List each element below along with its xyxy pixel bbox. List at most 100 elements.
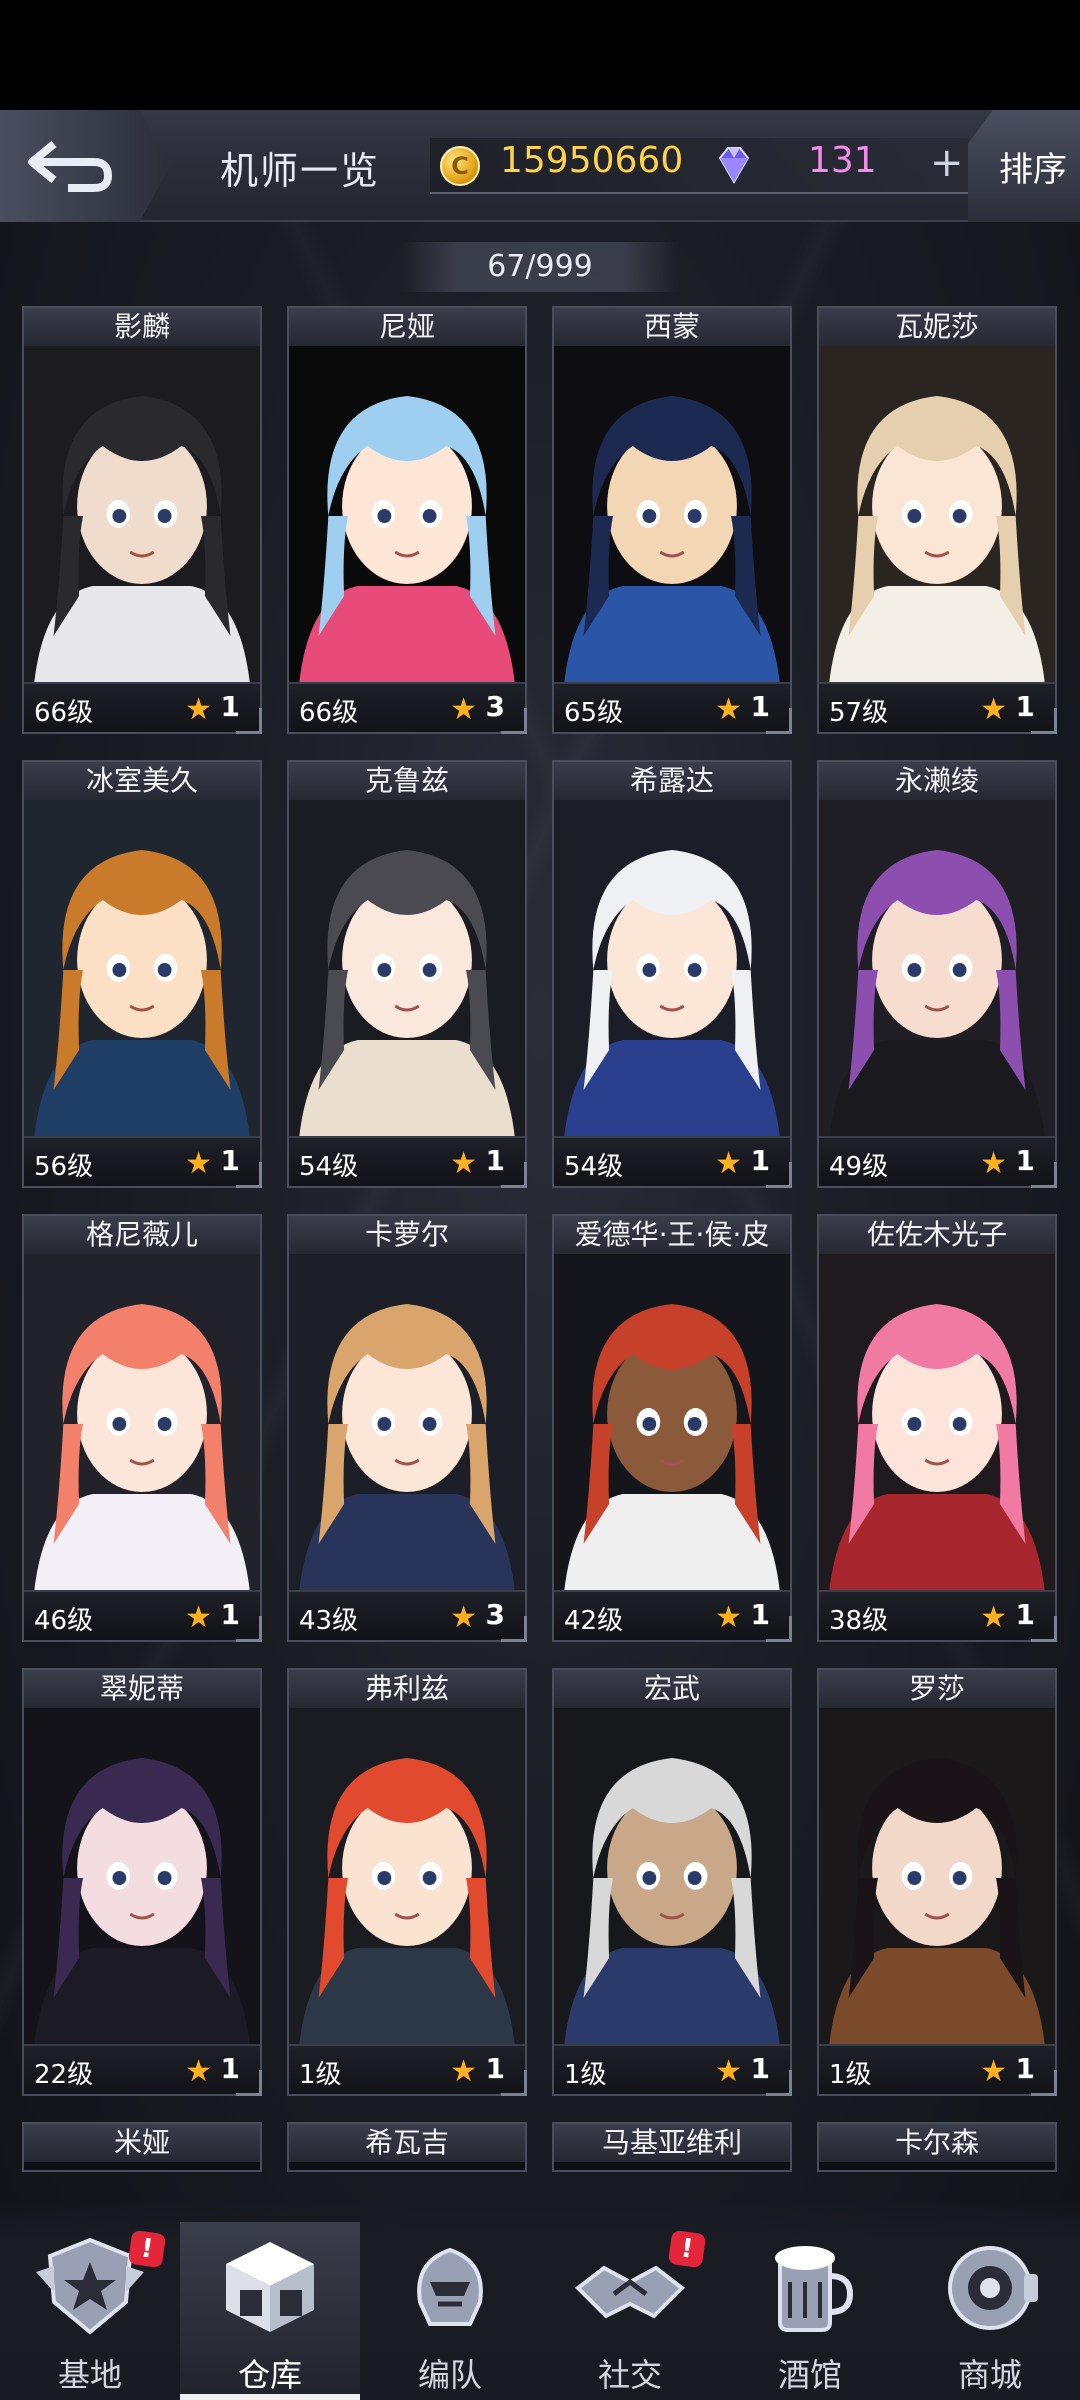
pilot-card[interactable]: 卡尔森	[817, 2122, 1057, 2172]
pilot-card[interactable]: 希瓦吉	[287, 2122, 527, 2172]
pilot-card[interactable]: 宏武 1级 ★ 1	[552, 1668, 792, 2096]
pilot-portrait	[289, 1708, 525, 2048]
pilot-info-bar: 54级 ★ 1	[289, 1136, 525, 1186]
pilot-card[interactable]: 西蒙 65级 ★ 1	[552, 306, 792, 734]
card-corner-decoration	[1031, 708, 1057, 734]
add-gems-button[interactable]: +	[930, 140, 964, 186]
pilot-level: 46级	[34, 1606, 94, 1636]
pilot-info-bar: 56级 ★ 1	[24, 1136, 260, 1186]
star-icon: ★	[715, 1146, 742, 1181]
pilot-card[interactable]: 克鲁兹 54级 ★ 1	[287, 760, 527, 1188]
pilot-portrait	[554, 800, 790, 1140]
pilot-name: 格尼薇儿	[24, 1216, 260, 1254]
pilot-card[interactable]: 尼娅 66级 ★ 3	[287, 306, 527, 734]
pilot-name: 罗莎	[819, 1670, 1055, 1708]
pilot-portrait	[554, 1708, 790, 2048]
pilot-card[interactable]: 影麟 66级 ★ 1	[22, 306, 262, 734]
pilot-name: 影麟	[24, 308, 260, 346]
pilot-info-bar: 54级 ★ 1	[554, 1136, 790, 1186]
pilot-level: 1级	[829, 2060, 872, 2090]
pilot-portrait	[24, 1708, 260, 2048]
nav-shop[interactable]: 商城	[900, 2222, 1080, 2400]
pilot-name: 佐佐木光子	[819, 1216, 1055, 1254]
pilot-card[interactable]: 卡萝尔 43级 ★ 3	[287, 1214, 527, 1642]
pilot-card[interactable]: 罗莎 1级 ★ 1	[817, 1668, 1057, 2096]
pilot-portrait	[289, 346, 525, 686]
pilot-level: 1级	[564, 2060, 607, 2090]
star-icon: ★	[185, 1146, 212, 1181]
star-icon: ★	[980, 1600, 1007, 1635]
nav-tavern[interactable]: 酒馆	[720, 2222, 900, 2400]
pilot-portrait	[819, 346, 1055, 686]
card-corner-decoration	[1031, 2070, 1057, 2096]
pilot-level: 56级	[34, 1152, 94, 1182]
sort-button[interactable]: 排序	[968, 110, 1080, 222]
nav-base[interactable]: 基地 !	[0, 2222, 180, 2400]
pilot-info-bar: 43级 ★ 3	[289, 1590, 525, 1640]
pilot-card[interactable]: 永濑绫 49级 ★ 1	[817, 760, 1057, 1188]
pilot-card[interactable]: 米娅	[22, 2122, 262, 2172]
formation-icon	[390, 2232, 510, 2342]
pilot-portrait	[819, 800, 1055, 1140]
pilot-portrait	[819, 1254, 1055, 1594]
star-icon: ★	[715, 692, 742, 727]
star-icon: ★	[980, 2054, 1007, 2089]
pilot-name: 希露达	[554, 762, 790, 800]
star-icon: ★	[450, 1600, 477, 1635]
pilot-card[interactable]: 瓦妮莎 57级 ★ 1	[817, 306, 1057, 734]
pilot-portrait	[554, 346, 790, 686]
nav-formation[interactable]: 编队	[360, 2222, 540, 2400]
pilot-info-bar: 22级 ★ 1	[24, 2044, 260, 2094]
alert-badge: !	[667, 2229, 707, 2269]
pilot-name: 西蒙	[554, 308, 790, 346]
pilot-card[interactable]: 希露达 54级 ★ 1	[552, 760, 792, 1188]
pilot-info-bar: 57级 ★ 1	[819, 682, 1055, 732]
pilot-name: 克鲁兹	[289, 762, 525, 800]
card-corner-decoration	[501, 708, 527, 734]
pilot-card[interactable]: 马基亚维利	[552, 2122, 792, 2172]
star-icon: ★	[450, 1146, 477, 1181]
pilot-name: 冰室美久	[24, 762, 260, 800]
warehouse-icon	[210, 2232, 330, 2342]
card-corner-decoration	[501, 2070, 527, 2096]
pilot-portrait	[24, 346, 260, 686]
nav-label: 基地	[57, 2356, 122, 2394]
nav-warehouse[interactable]: 仓库	[180, 2222, 360, 2400]
pilot-card[interactable]: 格尼薇儿 46级 ★ 1	[22, 1214, 262, 1642]
card-corner-decoration	[501, 1162, 527, 1188]
star-icon: ★	[715, 2054, 742, 2089]
nav-label: 社交	[597, 2356, 662, 2394]
pilot-name: 马基亚维利	[554, 2124, 790, 2162]
pilot-portrait	[554, 1254, 790, 1594]
pilot-info-bar: 66级 ★ 1	[24, 682, 260, 732]
pilot-portrait	[289, 800, 525, 1140]
pilot-level: 65级	[564, 698, 624, 728]
pilot-info-bar: 66级 ★ 3	[289, 682, 525, 732]
pilot-card[interactable]: 翠妮蒂 22级 ★ 1	[22, 1668, 262, 2096]
pilot-name: 翠妮蒂	[24, 1670, 260, 1708]
card-corner-decoration	[1031, 1616, 1057, 1642]
pilot-count: 67/999	[400, 242, 680, 292]
pilot-card[interactable]: 冰室美久 56级 ★ 1	[22, 760, 262, 1188]
pilot-level: 43级	[299, 1606, 359, 1636]
pilot-name: 永濑绫	[819, 762, 1055, 800]
bottom-nav: 基地 ! 仓库 编队 社交 ! 酒馆 商城	[0, 2200, 1080, 2400]
star-icon: ★	[185, 2054, 212, 2089]
pilot-name: 希瓦吉	[289, 2124, 525, 2162]
nav-social[interactable]: 社交 !	[540, 2222, 720, 2400]
pilot-name: 米娅	[24, 2124, 260, 2162]
pilot-card[interactable]: 佐佐木光子 38级 ★ 1	[817, 1214, 1057, 1642]
pilot-card[interactable]: 爱德华·王·侯·皮 42级 ★ 1	[552, 1214, 792, 1642]
pilot-card[interactable]: 弗利兹 1级 ★ 1	[287, 1668, 527, 2096]
card-corner-decoration	[766, 1616, 792, 1642]
pilot-info-bar: 1级 ★ 1	[819, 2044, 1055, 2094]
star-icon: ★	[185, 1600, 212, 1635]
card-corner-decoration	[501, 1616, 527, 1642]
star-icon: ★	[715, 1600, 742, 1635]
card-corner-decoration	[766, 708, 792, 734]
pilot-info-bar: 42级 ★ 1	[554, 1590, 790, 1640]
pilot-name: 爱德华·王·侯·皮	[554, 1216, 790, 1254]
pilot-name: 尼娅	[289, 308, 525, 346]
back-button[interactable]	[0, 110, 170, 222]
nav-label: 编队	[417, 2356, 482, 2394]
